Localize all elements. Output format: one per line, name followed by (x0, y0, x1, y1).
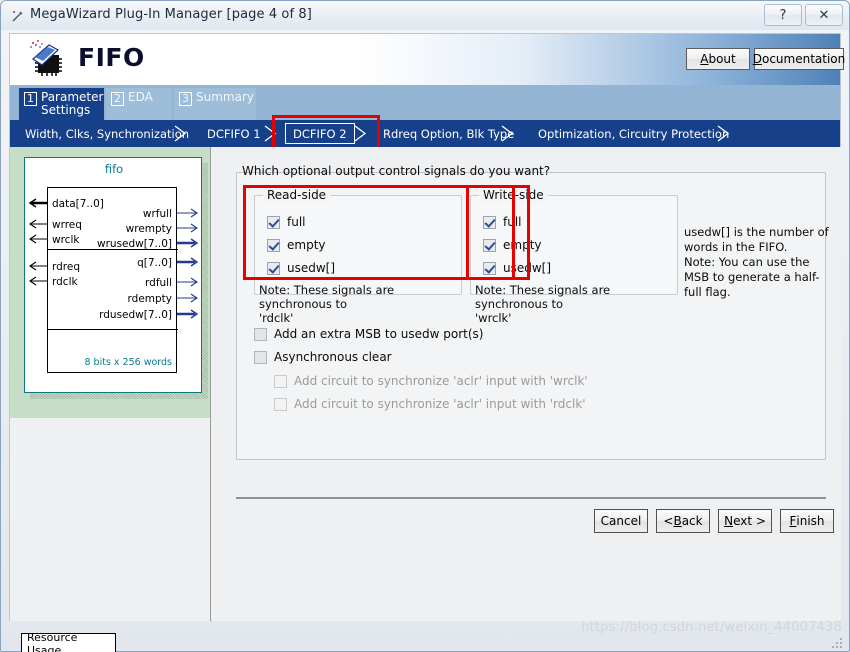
read-side-legend: Read-side (263, 188, 331, 202)
tab-number: 3 (179, 92, 192, 106)
port-connection-arrows (28, 198, 199, 319)
checkbox-write-full[interactable]: full (483, 215, 522, 229)
checkbox-sync-aclr-wrclk: Add circuit to synchronize 'aclr' input … (274, 374, 588, 388)
checkbox-read-full[interactable]: full (267, 215, 306, 229)
about-mnemonic: A (700, 52, 709, 66)
usedw-hint-text: usedw[] is the number of words in the FI… (684, 225, 829, 299)
checkbox-label: empty (503, 238, 542, 252)
next-label: ext > (733, 514, 766, 528)
fifo-block-diagram: fifo data[7..0] wrreq wrclk rdreq rdclk … (24, 157, 202, 393)
page-content: fifo data[7..0] wrreq wrclk rdreq rdclk … (9, 147, 841, 652)
tab-label-line1: Parameter (41, 90, 104, 104)
checkbox-label: full (287, 215, 306, 229)
tab-label: Summary (196, 90, 254, 104)
chevron-right-icon (263, 125, 279, 142)
checkbox-icon[interactable] (267, 215, 280, 229)
documentation-mnemonic: D (752, 52, 762, 66)
tab-number: 1 (24, 92, 37, 106)
title-bar: MegaWizard Plug-In Manager [page 4 of 8]… (1, 1, 849, 30)
fifo-chip-logo-icon (24, 38, 70, 82)
tab-label: EDA (128, 90, 153, 104)
close-icon: ✕ (818, 7, 830, 23)
checkbox-add-extra-msb[interactable]: Add an extra MSB to usedw port(s) (254, 327, 483, 341)
checkbox-label: usedw[] (503, 261, 552, 275)
resource-usage-box: Resource Usage ... (21, 631, 116, 652)
product-banner: FIFO About Documentation (9, 33, 846, 85)
back-prefix: < (663, 514, 674, 528)
chevron-right-icon (500, 125, 516, 142)
checkbox-icon (274, 397, 287, 411)
breadcrumb: Width, Clks, Synchronization DCFIFO 1 DC… (9, 120, 841, 147)
breadcrumb-optimization-circuitry-protection[interactable]: Optimization, Circuitry Protection (531, 124, 736, 143)
checkbox-icon[interactable] (483, 238, 496, 252)
resource-pane: Resource Usage ... (10, 418, 211, 652)
documentation-label: ocumentation (761, 52, 846, 66)
page-title: FIFO (78, 43, 145, 72)
write-side-note: Note: These signals are synchronous to '… (475, 283, 611, 325)
about-button[interactable]: About (686, 48, 750, 70)
checkbox-asynchronous-clear[interactable]: Asynchronous clear (254, 350, 392, 364)
question-mark-icon: ? (779, 7, 787, 23)
breadcrumb-dcfifo-1[interactable]: DCFIFO 1 (200, 124, 268, 143)
form-question: Which optional output control signals do… (242, 164, 551, 178)
checkbox-label: empty (287, 238, 326, 252)
checkbox-icon[interactable] (254, 350, 267, 364)
block-diagram-pane: fifo data[7..0] wrreq wrclk rdreq rdclk … (10, 147, 211, 418)
checkbox-write-empty[interactable]: empty (483, 238, 542, 252)
tab-number: 2 (111, 92, 124, 106)
checkbox-icon[interactable] (483, 215, 496, 229)
options-form: Which optional output control signals do… (212, 147, 841, 621)
cancel-button[interactable]: Cancel (594, 509, 648, 533)
finish-label: inish (796, 514, 825, 528)
footer-divider (236, 497, 826, 499)
read-side-note: Note: These signals are synchronous to '… (259, 283, 395, 325)
tab-label-line2: Settings (41, 103, 91, 117)
tab-parameter-settings[interactable]: 1 Parameter Settings (19, 88, 104, 120)
checkbox-label: Add circuit to synchronize 'aclr' input … (294, 374, 588, 388)
help-button[interactable]: ? (764, 4, 802, 26)
back-button[interactable]: < Back (656, 509, 710, 533)
chevron-right-icon (353, 125, 369, 142)
checkbox-label: Add an extra MSB to usedw port(s) (274, 327, 484, 341)
checkbox-read-usedw[interactable]: usedw[] (267, 261, 335, 275)
wand-icon (11, 9, 25, 23)
finish-mnemonic: F (789, 514, 797, 528)
breadcrumb-width-clks-synchronization[interactable]: Width, Clks, Synchronization (18, 124, 196, 143)
watermark-text: https://blog.csdn.net/weixin_44007438 (581, 620, 842, 635)
checkbox-label: full (503, 215, 522, 229)
write-side-legend: Write-side (479, 188, 548, 202)
close-button[interactable]: ✕ (805, 4, 843, 26)
tab-summary[interactable]: 3 Summary (174, 88, 256, 120)
resource-usage-title: Resource Usage (22, 631, 115, 652)
checkbox-icon[interactable] (267, 238, 280, 252)
megawizard-window: MegaWizard Plug-In Manager [page 4 of 8]… (0, 0, 850, 652)
finish-button[interactable]: Finish (780, 509, 834, 533)
tab-eda[interactable]: 2 EDA (106, 88, 172, 120)
chevron-right-icon (173, 125, 189, 142)
checkbox-sync-aclr-rdclk: Add circuit to synchronize 'aclr' input … (274, 397, 586, 411)
next-button[interactable]: Next > (718, 509, 772, 533)
back-label: ack (681, 514, 703, 528)
tab-label: Parameter Settings (41, 91, 103, 117)
chevron-right-icon (716, 125, 732, 142)
checkbox-label: Asynchronous clear (274, 350, 392, 364)
wizard-tab-strip: 1 Parameter Settings 2 EDA 3 Summary (9, 85, 841, 120)
checkbox-read-empty[interactable]: empty (267, 238, 326, 252)
checkbox-icon[interactable] (483, 261, 496, 275)
checkbox-label: usedw[] (287, 261, 336, 275)
checkbox-icon[interactable] (267, 261, 280, 275)
checkbox-write-usedw[interactable]: usedw[] (483, 261, 551, 275)
window-title: MegaWizard Plug-In Manager [page 4 of 8] (30, 7, 312, 22)
about-label: bout (708, 52, 736, 66)
next-mnemonic: N (724, 514, 734, 528)
breadcrumb-dcfifo-2[interactable]: DCFIFO 2 (285, 123, 355, 144)
checkbox-label: Add circuit to synchronize 'aclr' input … (294, 397, 586, 411)
back-mnemonic: B (673, 514, 682, 528)
checkbox-icon (274, 374, 287, 388)
resize-grip-icon[interactable] (831, 634, 843, 648)
cancel-label: Cancel (600, 514, 642, 528)
checkbox-icon[interactable] (254, 327, 267, 341)
documentation-button[interactable]: Documentation (752, 48, 846, 70)
